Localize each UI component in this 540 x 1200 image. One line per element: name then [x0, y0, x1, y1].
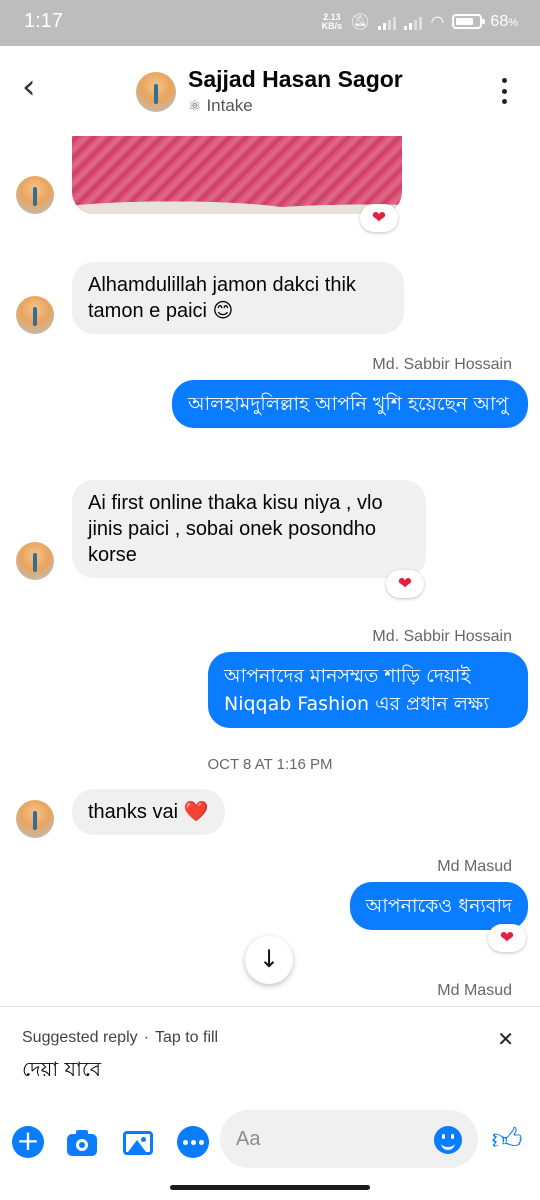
incoming-message[interactable]: thanks vai ❤️	[72, 789, 225, 835]
message-input[interactable]: Aa	[220, 1110, 478, 1168]
message-input-placeholder: Aa	[236, 1128, 261, 1150]
suggested-reply-text[interactable]: দেয়া যাবে	[22, 1055, 101, 1088]
message-composer: + Aa 👍︎	[0, 1100, 540, 1180]
contact-avatar[interactable]	[136, 72, 176, 112]
conversation-header: ‹ Sajjad Hasan Sagor ⚛ Intake	[0, 46, 540, 136]
network-speed: 2.13 KB/s	[321, 11, 343, 31]
sender-name: Md. Sabbir Hossain	[372, 628, 512, 645]
status-time: 1:17	[24, 10, 63, 32]
outgoing-message[interactable]: আপনাদের মানসম্মত শাড়ি দেয়াই Niqqab Fas…	[208, 652, 528, 728]
gesture-bar[interactable]	[170, 1185, 370, 1190]
more-actions-icon[interactable]	[177, 1126, 209, 1158]
status-bar: 1:17 2.13 KB/s 🔕︎ ◠ 68%	[0, 0, 540, 46]
signal-icon-2	[404, 14, 423, 30]
photo-message[interactable]	[72, 136, 402, 214]
sender-avatar	[16, 296, 54, 334]
outgoing-message[interactable]: আলহামদুলিল্লাহ আপনি খুশি হয়েছেন আপু	[172, 380, 528, 428]
heart-reaction[interactable]: ❤	[360, 204, 398, 232]
battery-icon	[452, 14, 486, 29]
sender-name: Md. Sabbir Hossain	[372, 356, 512, 373]
plus-icon[interactable]: +	[12, 1126, 44, 1158]
emoji-icon[interactable]	[434, 1126, 462, 1154]
incoming-message[interactable]: Alhamdulillah jamon dakci thik tamon e p…	[72, 262, 404, 334]
gallery-icon[interactable]	[122, 1126, 154, 1158]
suggested-reply-panel[interactable]: Suggested reply · Tap to fill দেয়া যাবে ✕	[0, 1006, 540, 1100]
contact-subtitle: ⚛ Intake	[188, 96, 253, 115]
sender-name: Md Masud	[437, 858, 512, 875]
camera-icon[interactable]	[66, 1126, 98, 1158]
message-thread[interactable]: ❤ Alhamdulillah jamon dakci thik tamon e…	[0, 136, 540, 1006]
message-timestamp: OCT 8 AT 1:16 PM	[207, 756, 333, 773]
sender-avatar	[16, 542, 54, 580]
more-options-icon[interactable]	[500, 78, 508, 104]
sender-avatar	[16, 176, 54, 214]
scroll-down-icon[interactable]: ↓	[245, 936, 293, 984]
contact-name[interactable]: Sajjad Hasan Sagor	[188, 66, 403, 93]
incoming-message[interactable]: Ai first online thaka kisu niya , vlo ji…	[72, 480, 426, 578]
suggested-reply-title: Suggested reply · Tap to fill	[22, 1029, 219, 1046]
thumbs-up-icon[interactable]: 👍︎	[490, 1122, 524, 1158]
battery-percent: 68%	[490, 12, 518, 30]
sender-avatar	[16, 800, 54, 838]
signal-icon-1	[378, 14, 397, 30]
outgoing-message[interactable]: আপনাকেও ধন্যবাদ	[349, 882, 528, 930]
heart-reaction[interactable]: ❤	[488, 924, 526, 952]
back-arrow-icon[interactable]: ‹	[22, 70, 58, 108]
sender-name: Md Masud	[437, 982, 512, 999]
close-icon[interactable]: ✕	[497, 1027, 514, 1051]
wifi-icon: ◠	[430, 12, 445, 31]
intake-icon: ⚛	[188, 97, 202, 115]
heart-reaction[interactable]: ❤	[386, 570, 424, 598]
status-icons: 2.13 KB/s 🔕︎ ◠ 68%	[322, 12, 518, 31]
mute-icon: 🔕︎	[350, 12, 371, 31]
